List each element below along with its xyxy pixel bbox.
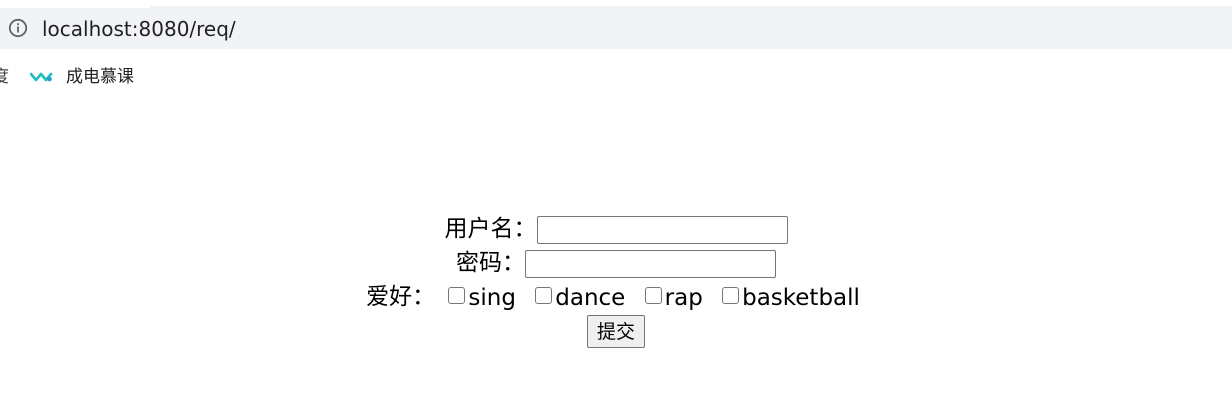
hobby-checkbox-sing[interactable]	[448, 287, 466, 304]
password-row: 密码：	[0, 246, 1232, 280]
username-label: 用户名：	[444, 216, 537, 242]
info-circle-icon[interactable]	[8, 18, 28, 38]
hobby-label-dance: dance	[555, 284, 626, 311]
bookmark-item-mooc[interactable]: 成电慕课	[30, 66, 134, 88]
submit-row: 提交	[0, 314, 1232, 350]
hobby-label-sing: sing	[468, 284, 516, 311]
hobby-label-rap: rap	[664, 284, 703, 311]
hobby-checkbox-dance[interactable]	[535, 287, 553, 304]
request-form: 用户名： 密码： 爱好： sing dance rap basketball 提…	[0, 212, 1232, 350]
hobby-checkbox-rap[interactable]	[644, 287, 662, 304]
submit-button[interactable]: 提交	[586, 315, 645, 348]
hobby-label: 爱好：	[366, 284, 436, 310]
address-bar[interactable]: localhost:8080/req/	[0, 8, 1232, 49]
bookmark-label: 成电慕课	[66, 67, 134, 87]
password-label: 密码：	[456, 250, 525, 276]
hobby-label-basketball: basketball	[742, 284, 860, 311]
username-input[interactable]	[536, 215, 788, 244]
password-input[interactable]	[525, 249, 776, 278]
bookmarks-bar: 度 成电慕课	[0, 49, 1232, 106]
hobby-checkbox-basketball[interactable]	[722, 287, 740, 304]
mooc-logo-icon	[30, 72, 53, 82]
url-text[interactable]: localhost:8080/req/	[42, 17, 236, 41]
bookmark-partial-label[interactable]: 度	[0, 66, 9, 88]
hobby-row: 爱好： sing dance rap basketball	[0, 280, 1232, 314]
username-row: 用户名：	[0, 212, 1232, 246]
